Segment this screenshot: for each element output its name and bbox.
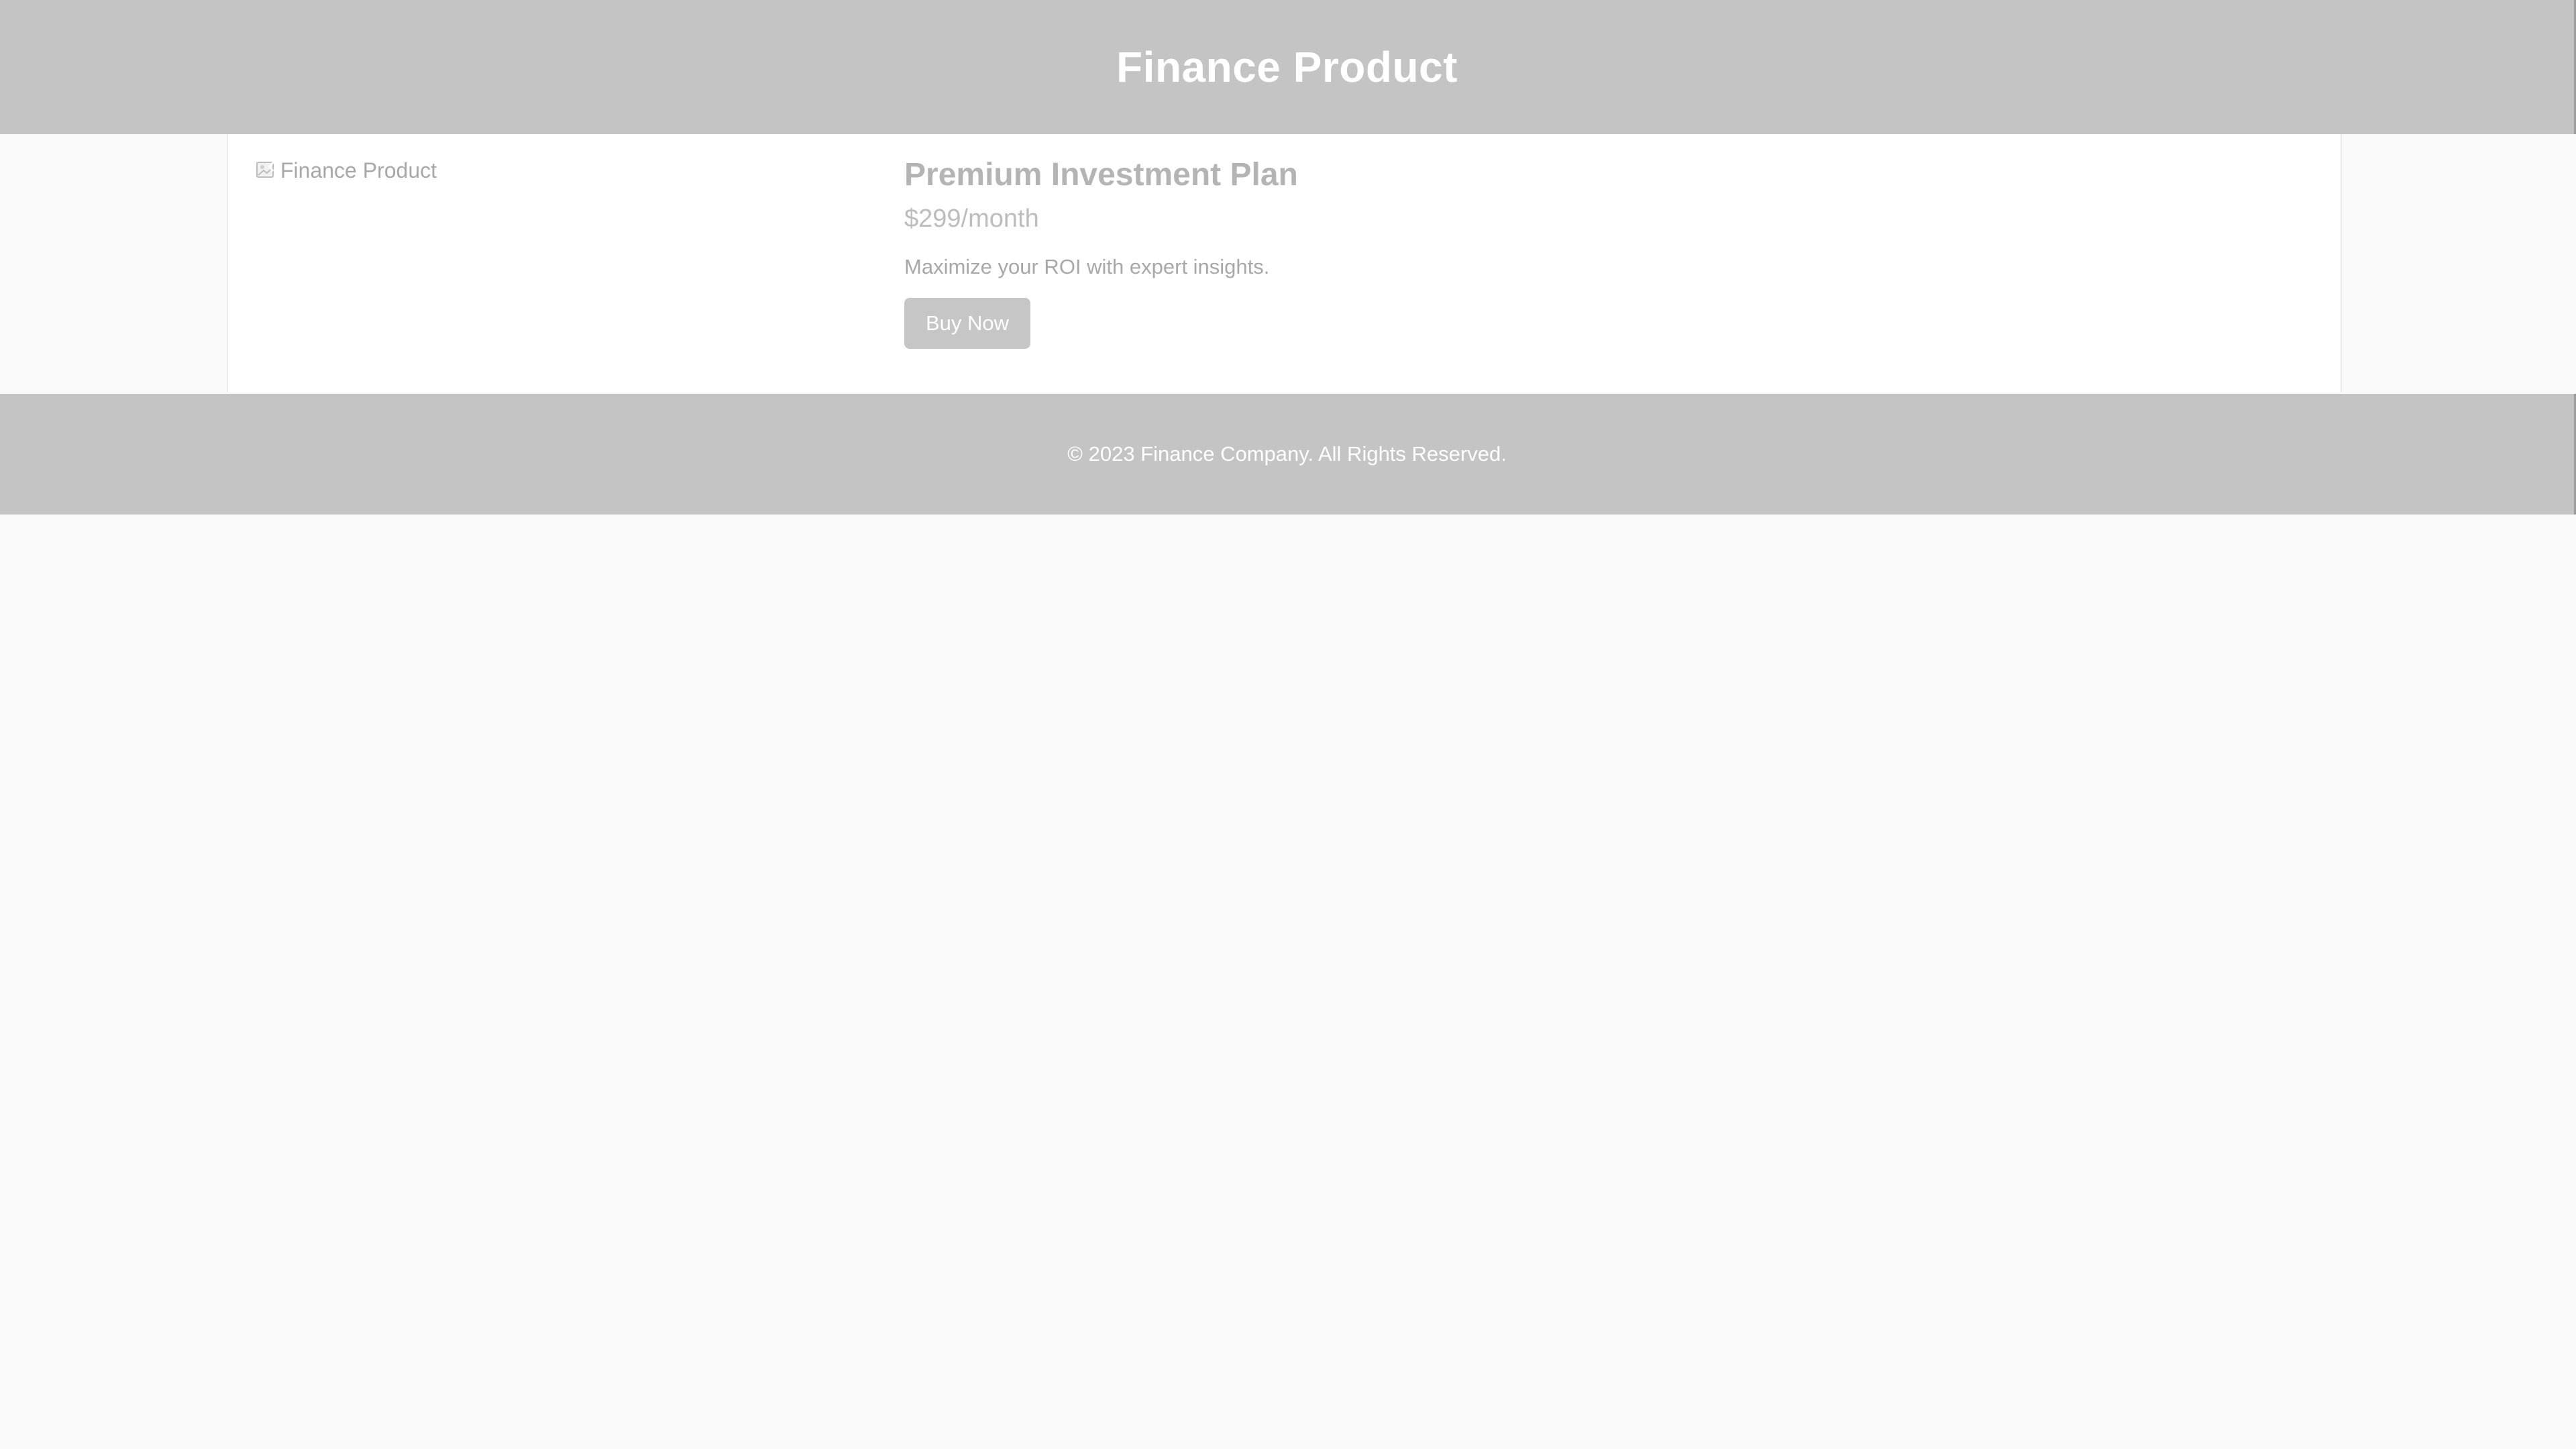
product-name: Premium Investment Plan bbox=[904, 157, 1298, 193]
product-image: Finance Product bbox=[255, 158, 437, 183]
product-card: Finance Product Premium Investment Plan … bbox=[227, 134, 2342, 392]
product-info: Premium Investment Plan $299/month Maxim… bbox=[904, 156, 1298, 350]
page-title: Finance Product bbox=[1116, 43, 1458, 91]
site-footer: © 2023 Finance Company. All Rights Reser… bbox=[0, 394, 2576, 515]
footer-copyright: © 2023 Finance Company. All Rights Reser… bbox=[1067, 442, 1507, 466]
buy-now-button[interactable]: Buy Now bbox=[904, 298, 1030, 350]
site-header: Finance Product bbox=[0, 0, 2576, 134]
broken-image-icon bbox=[256, 161, 274, 178]
product-description: Maximize your ROI with expert insights. bbox=[904, 255, 1270, 279]
product-price: $299/month bbox=[904, 204, 1039, 233]
product-image-alt-text: Finance Product bbox=[280, 158, 437, 182]
